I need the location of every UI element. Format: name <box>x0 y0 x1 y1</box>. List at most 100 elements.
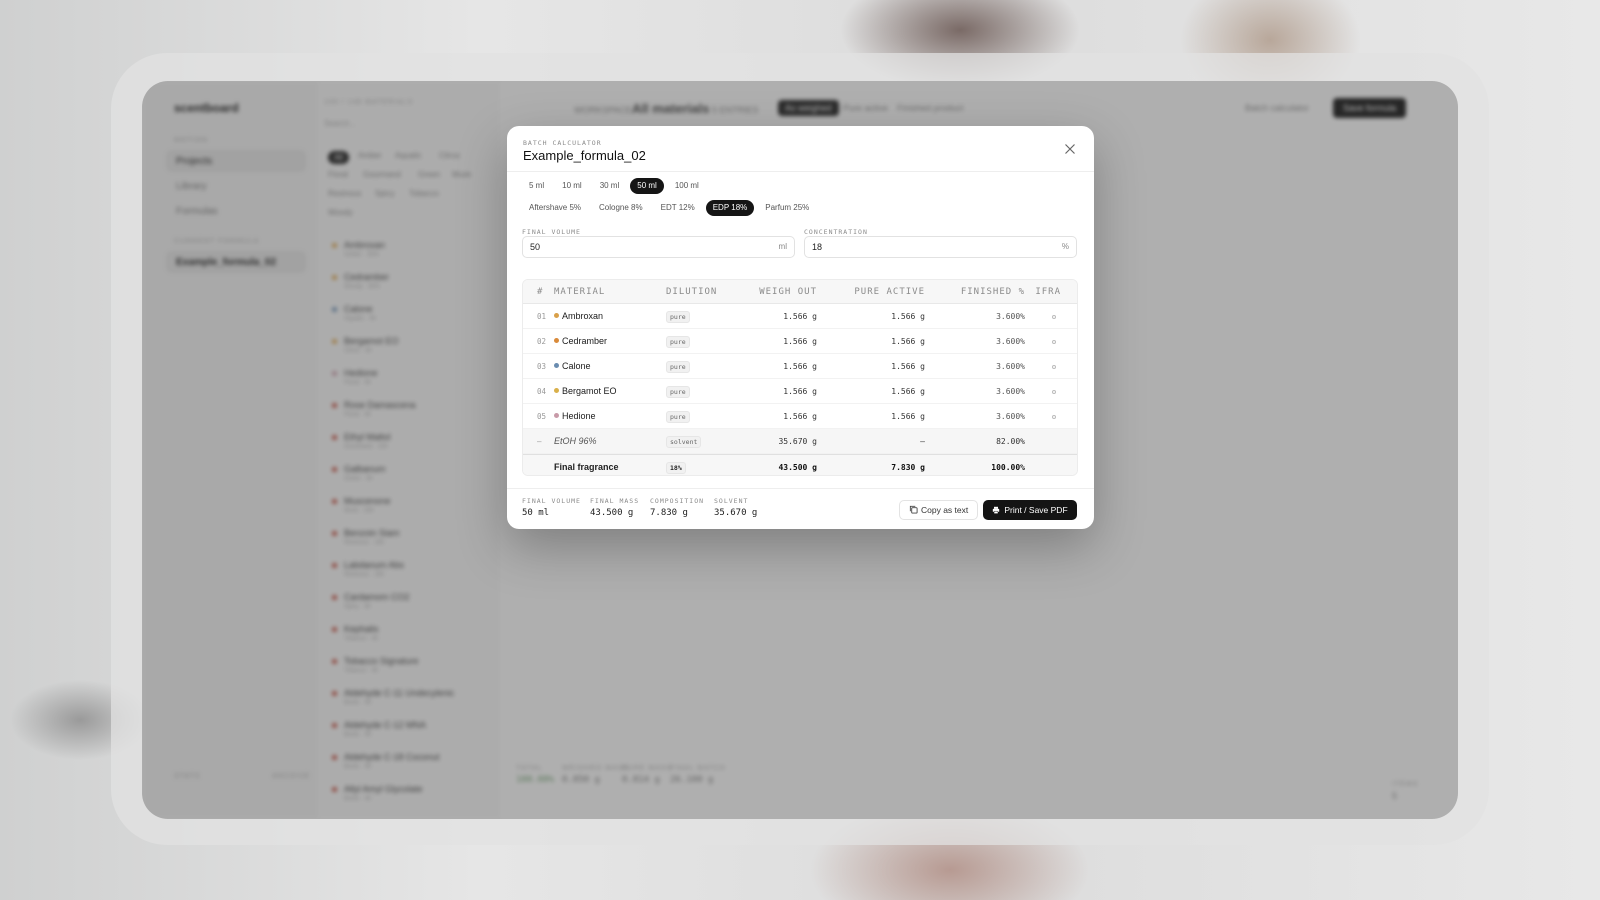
material-cell: Ambroxan <box>554 304 603 329</box>
volume-pill[interactable]: 100 ml <box>668 178 706 194</box>
ifra-status-icon <box>1052 340 1056 344</box>
total-row: Final fragrance 18% 43.500 g 7.830 g 100.00% <box>523 454 1077 475</box>
concentration-pill[interactable]: EDP 18% <box>705 200 755 216</box>
col-ifra: IFRA <box>1035 287 1061 297</box>
col-material: MATERIAL <box>554 287 606 297</box>
dilution-cell: pure <box>666 304 690 329</box>
dilution-tag: solvent <box>666 436 702 448</box>
concentration-pill[interactable]: Parfum 25% <box>758 200 816 216</box>
ifra-status-icon <box>1052 415 1056 419</box>
dilution-tag: pure <box>666 336 690 348</box>
print-save-pdf-button[interactable]: Print / Save PDF <box>983 500 1077 520</box>
dilution-tag: pure <box>666 361 690 373</box>
col-index: # <box>537 287 544 297</box>
finished-cell: 3.600% <box>996 412 1025 421</box>
finished-cell: 3.600% <box>996 362 1025 371</box>
concentration-pill[interactable]: EDT 12% <box>654 200 702 216</box>
table-row: 05 Hedione pure 1.566 g 1.566 g 3.600% <box>523 404 1077 429</box>
finished-cell: 3.600% <box>996 387 1025 396</box>
ifra-cell <box>1052 304 1056 329</box>
volume-presets: 5 ml 10 ml 30 ml 50 ml 100 ml <box>522 178 706 194</box>
material-cell: Bergamot EO <box>554 379 617 404</box>
table-row: 03 Calone pure 1.566 g 1.566 g 3.600% <box>523 354 1077 379</box>
pure-active-cell: 1.566 g <box>891 337 925 346</box>
weigh-out-cell: 1.566 g <box>783 412 817 421</box>
material-cell: Cedramber <box>554 329 607 354</box>
concentration-pill[interactable]: Cologne 8% <box>592 200 650 216</box>
finished-cell: 3.600% <box>996 312 1025 321</box>
final-volume-unit: ml <box>778 242 787 251</box>
ifra-status-icon <box>1052 365 1056 369</box>
concentration-label: CONCENTRATION <box>804 228 868 236</box>
dilution-tag: pure <box>666 311 690 323</box>
dilution-tag: 18% <box>666 462 686 474</box>
footer-stat-value: 50 ml <box>522 508 550 518</box>
footer-stat: FINAL MASS 43.500 g <box>590 497 639 518</box>
dilution-tag: pure <box>666 411 690 423</box>
copy-as-text-button[interactable]: Copy as text <box>899 500 979 520</box>
dilution-cell: pure <box>666 329 690 354</box>
concentration-unit: % <box>1061 242 1069 251</box>
finished-cell: 3.600% <box>996 337 1025 346</box>
concentration-pill[interactable]: Aftershave 5% <box>522 200 588 216</box>
pure-active-cell: 1.566 g <box>891 362 925 371</box>
copy-icon <box>909 505 918 514</box>
pure-active-cell: 7.830 g <box>891 463 925 472</box>
dilution-cell: solvent <box>666 429 702 454</box>
finished-cell: 100.00% <box>991 463 1025 472</box>
col-pure-active: PURE ACTIVE <box>854 287 925 297</box>
solvent-row: — EtOH 96% solvent 35.670 g — 82.00% <box>523 429 1077 454</box>
footer-stat-value: 35.670 g <box>714 508 758 518</box>
concentration-value: 18 <box>812 242 823 252</box>
dialog-title: Example_formula_02 <box>523 148 646 163</box>
print-save-pdf-label: Print / Save PDF <box>1004 505 1068 515</box>
material-name: Bergamot EO <box>562 386 617 396</box>
dialog-eyebrow: BATCH CALCULATOR <box>523 139 602 147</box>
row-index: — <box>537 437 542 446</box>
copy-as-text-label: Copy as text <box>921 505 969 515</box>
volume-pill[interactable]: 5 ml <box>522 178 551 194</box>
final-volume-input[interactable]: 50 ml <box>522 236 795 258</box>
col-dilution: DILUTION <box>666 287 718 297</box>
dilution-tag: pure <box>666 386 690 398</box>
row-index: 01 <box>537 312 547 321</box>
footer-stat: SOLVENT 35.670 g <box>714 497 757 518</box>
volume-pill[interactable]: 30 ml <box>593 178 627 194</box>
weigh-out-cell: 1.566 g <box>783 312 817 321</box>
material-color-dot <box>554 363 559 368</box>
material-color-dot <box>554 413 559 418</box>
weigh-out-cell: 43.500 g <box>778 463 817 472</box>
material-color-dot <box>554 338 559 343</box>
table-row: 02 Cedramber pure 1.566 g 1.566 g 3.600% <box>523 329 1077 354</box>
material-color-dot <box>554 313 559 318</box>
col-weigh-out: WEIGH OUT <box>759 287 817 297</box>
finished-cell: 82.00% <box>996 437 1025 446</box>
concentration-input[interactable]: 18% <box>804 236 1077 258</box>
row-index: 03 <box>537 362 547 371</box>
final-volume-value: 50 <box>530 242 541 252</box>
ifra-cell <box>1052 354 1056 379</box>
footer-stat: COMPOSITION 7.830 g <box>650 497 704 518</box>
weigh-out-cell: 1.566 g <box>783 337 817 346</box>
final-volume-label: FINAL VOLUME <box>522 228 581 236</box>
material-name: EtOH 96% <box>554 436 597 446</box>
close-button[interactable] <box>1061 140 1079 158</box>
printer-icon <box>993 506 1000 514</box>
ifra-cell <box>1052 404 1056 429</box>
footer-stat: FINAL VOLUME 50 ml <box>522 497 581 518</box>
pure-active-cell: — <box>920 437 925 446</box>
volume-pill[interactable]: 50 ml <box>630 178 664 194</box>
material-name: Hedione <box>562 411 596 421</box>
row-index: 04 <box>537 387 547 396</box>
ifra-cell <box>1052 329 1056 354</box>
volume-pill[interactable]: 10 ml <box>555 178 589 194</box>
table-row: 01 Ambroxan pure 1.566 g 1.566 g 3.600% <box>523 304 1077 329</box>
pure-active-cell: 1.566 g <box>891 387 925 396</box>
footer-stat-label: SOLVENT <box>714 497 749 505</box>
row-index: 05 <box>537 412 547 421</box>
weigh-out-cell: 1.566 g <box>783 362 817 371</box>
material-name: Calone <box>562 361 591 371</box>
footer-stat-value: 7.830 g <box>650 508 688 518</box>
weigh-out-cell: 1.566 g <box>783 387 817 396</box>
material-cell: EtOH 96% <box>554 429 597 454</box>
